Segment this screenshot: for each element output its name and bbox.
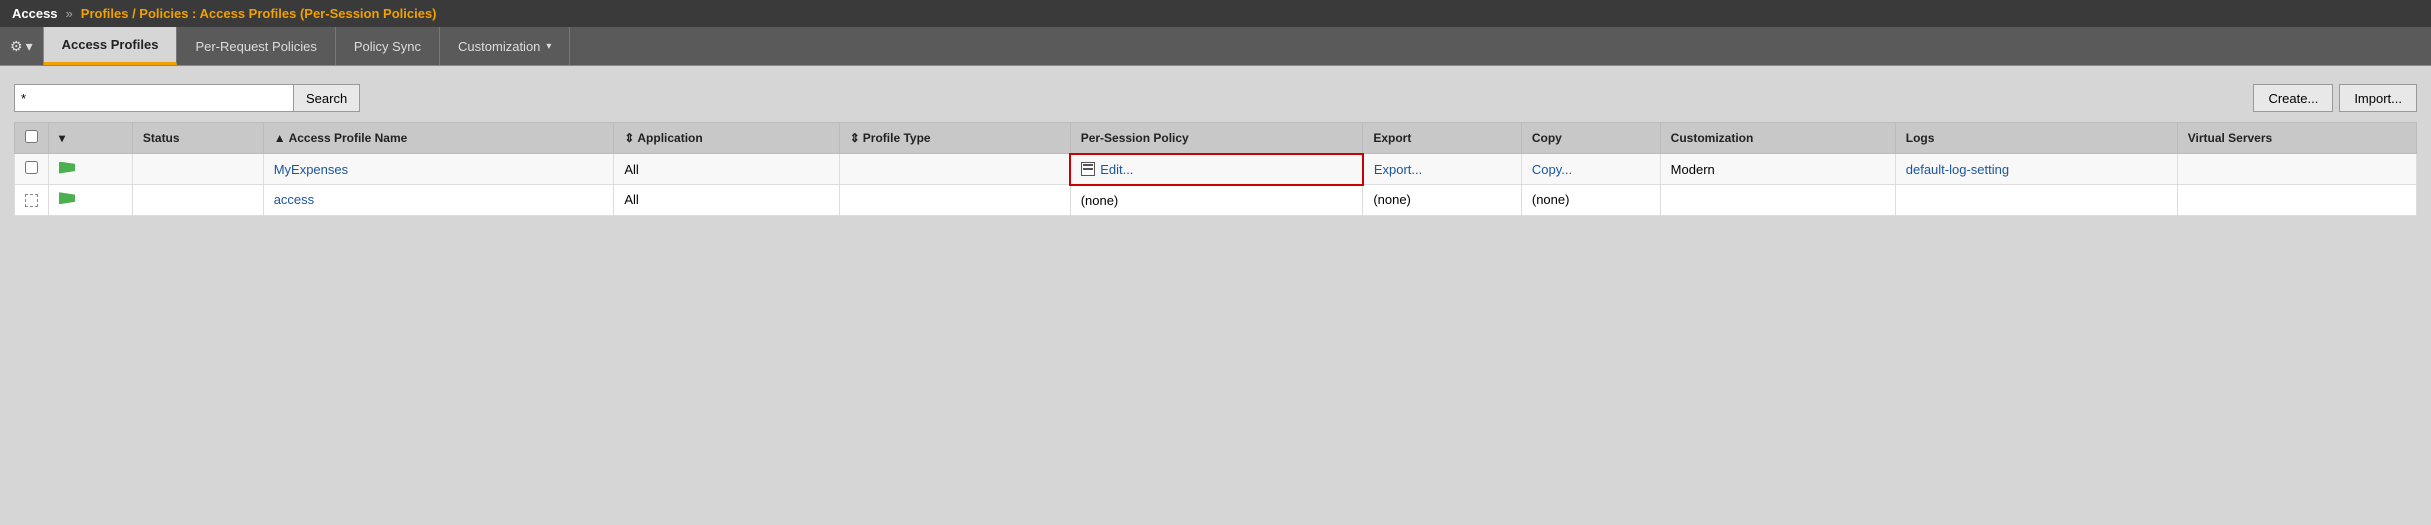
th-checkbox [15, 123, 49, 154]
import-button-label: Import... [2354, 91, 2402, 106]
policy-icon [1081, 162, 1095, 176]
row2-copy-cell: (none) [1521, 185, 1660, 216]
search-right: Create... Import... [2253, 84, 2417, 112]
th-per-session-policy: Per-Session Policy [1070, 123, 1363, 154]
create-button-label: Create... [2268, 91, 2318, 106]
tab-per-request-policies[interactable]: Per-Request Policies [177, 27, 335, 65]
search-button-label: Search [306, 91, 347, 106]
row1-edit-container: Edit... [1081, 162, 1352, 177]
row1-export-link[interactable]: Export... [1374, 162, 1422, 177]
th-virtual-servers: Virtual Servers [2177, 123, 2416, 154]
row1-copy-cell: Copy... [1521, 154, 1660, 185]
row1-name-cell: MyExpenses [263, 154, 614, 185]
th-row-dropdown: ▾ [49, 123, 133, 154]
main-content: Search Create... Import... ▾ Status [0, 66, 2431, 230]
th-profile-type[interactable]: ⇕ Profile Type [839, 123, 1070, 154]
search-left: Search [14, 84, 360, 112]
tab-access-profiles[interactable]: Access Profiles [44, 27, 178, 65]
select-all-checkbox[interactable] [25, 130, 38, 143]
row1-customization-cell: Modern [1660, 154, 1895, 185]
th-logs: Logs [1895, 123, 2177, 154]
th-application[interactable]: ⇕ Application [614, 123, 839, 154]
th-export: Export [1363, 123, 1522, 154]
gear-icon: ⚙ [10, 38, 23, 55]
row1-checkbox-cell [15, 154, 49, 185]
tab-customization-label: Customization [458, 39, 540, 54]
gear-dropdown-arrow: ▾ [26, 38, 33, 55]
row2-virtual-servers-cell [2177, 185, 2416, 216]
breadcrumb: Profiles / Policies : Access Profiles (P… [81, 6, 437, 21]
row2-checkbox-cell [15, 185, 49, 216]
row1-checkbox[interactable] [25, 161, 38, 174]
th-customization: Customization [1660, 123, 1895, 154]
tab-policy-sync-label: Policy Sync [354, 39, 421, 54]
row1-status-cell [132, 154, 263, 185]
table-row: MyExpenses All Edit... Export... Copy...… [15, 154, 2417, 185]
tab-customization[interactable]: Customization ▾ [440, 27, 570, 65]
th-copy: Copy [1521, 123, 1660, 154]
tab-bar: ⚙ ▾ Access Profiles Per-Request Policies… [0, 27, 2431, 66]
gear-button[interactable]: ⚙ ▾ [0, 27, 44, 65]
search-button[interactable]: Search [294, 84, 360, 112]
row2-status-cell [132, 185, 263, 216]
search-row: Search Create... Import... [14, 84, 2417, 112]
row2-name-cell: access [263, 185, 614, 216]
row1-profile-type-cell [839, 154, 1070, 185]
tab-access-profiles-label: Access Profiles [62, 37, 159, 52]
app-label: Access [12, 6, 58, 21]
row2-profile-name-link[interactable]: access [274, 192, 314, 207]
row1-application-cell: All [614, 154, 839, 185]
row2-export-cell: (none) [1363, 185, 1522, 216]
row2-per-session-policy-cell: (none) [1070, 185, 1363, 216]
search-input[interactable] [14, 84, 294, 112]
th-status: Status [132, 123, 263, 154]
customization-dropdown-arrow: ▾ [546, 41, 551, 52]
row2-logs-cell [1895, 185, 2177, 216]
access-profiles-table: ▾ Status ▲ Access Profile Name ⇕ Applica… [14, 122, 2417, 216]
row2-flag-cell [49, 185, 133, 216]
top-bar: Access » Profiles / Policies : Access Pr… [0, 0, 2431, 27]
row1-status-flag [59, 162, 75, 174]
row1-export-cell: Export... [1363, 154, 1522, 185]
row1-flag-cell [49, 154, 133, 185]
breadcrumb-chevrons: » [66, 6, 73, 21]
row2-customization-cell [1660, 185, 1895, 216]
row1-logs-link[interactable]: default-log-setting [1906, 162, 2009, 177]
th-access-profile-name[interactable]: ▲ Access Profile Name [263, 123, 614, 154]
row1-profile-name-link[interactable]: MyExpenses [274, 162, 348, 177]
row1-per-session-policy-cell: Edit... [1070, 154, 1363, 185]
sort-asc-icon: ▲ [274, 131, 286, 145]
row1-edit-link[interactable]: Edit... [1100, 162, 1133, 177]
pt-sort-icon: ⇕ [850, 131, 860, 145]
row1-logs-cell: default-log-setting [1895, 154, 2177, 185]
table-row: access All (none) (none) (none) [15, 185, 2417, 216]
row-dropdown-icon: ▾ [59, 131, 65, 145]
table-header-row: ▾ Status ▲ Access Profile Name ⇕ Applica… [15, 123, 2417, 154]
create-button[interactable]: Create... [2253, 84, 2333, 112]
row2-profile-type-cell [839, 185, 1070, 216]
row2-checkbox[interactable] [25, 194, 38, 207]
row1-copy-link[interactable]: Copy... [1532, 162, 1572, 177]
tab-policy-sync[interactable]: Policy Sync [336, 27, 440, 65]
import-button[interactable]: Import... [2339, 84, 2417, 112]
app-sort-icon: ⇕ [624, 131, 634, 145]
row2-status-flag [59, 192, 75, 204]
tab-per-request-policies-label: Per-Request Policies [195, 39, 316, 54]
row2-application-cell: All [614, 185, 839, 216]
row1-virtual-servers-cell [2177, 154, 2416, 185]
